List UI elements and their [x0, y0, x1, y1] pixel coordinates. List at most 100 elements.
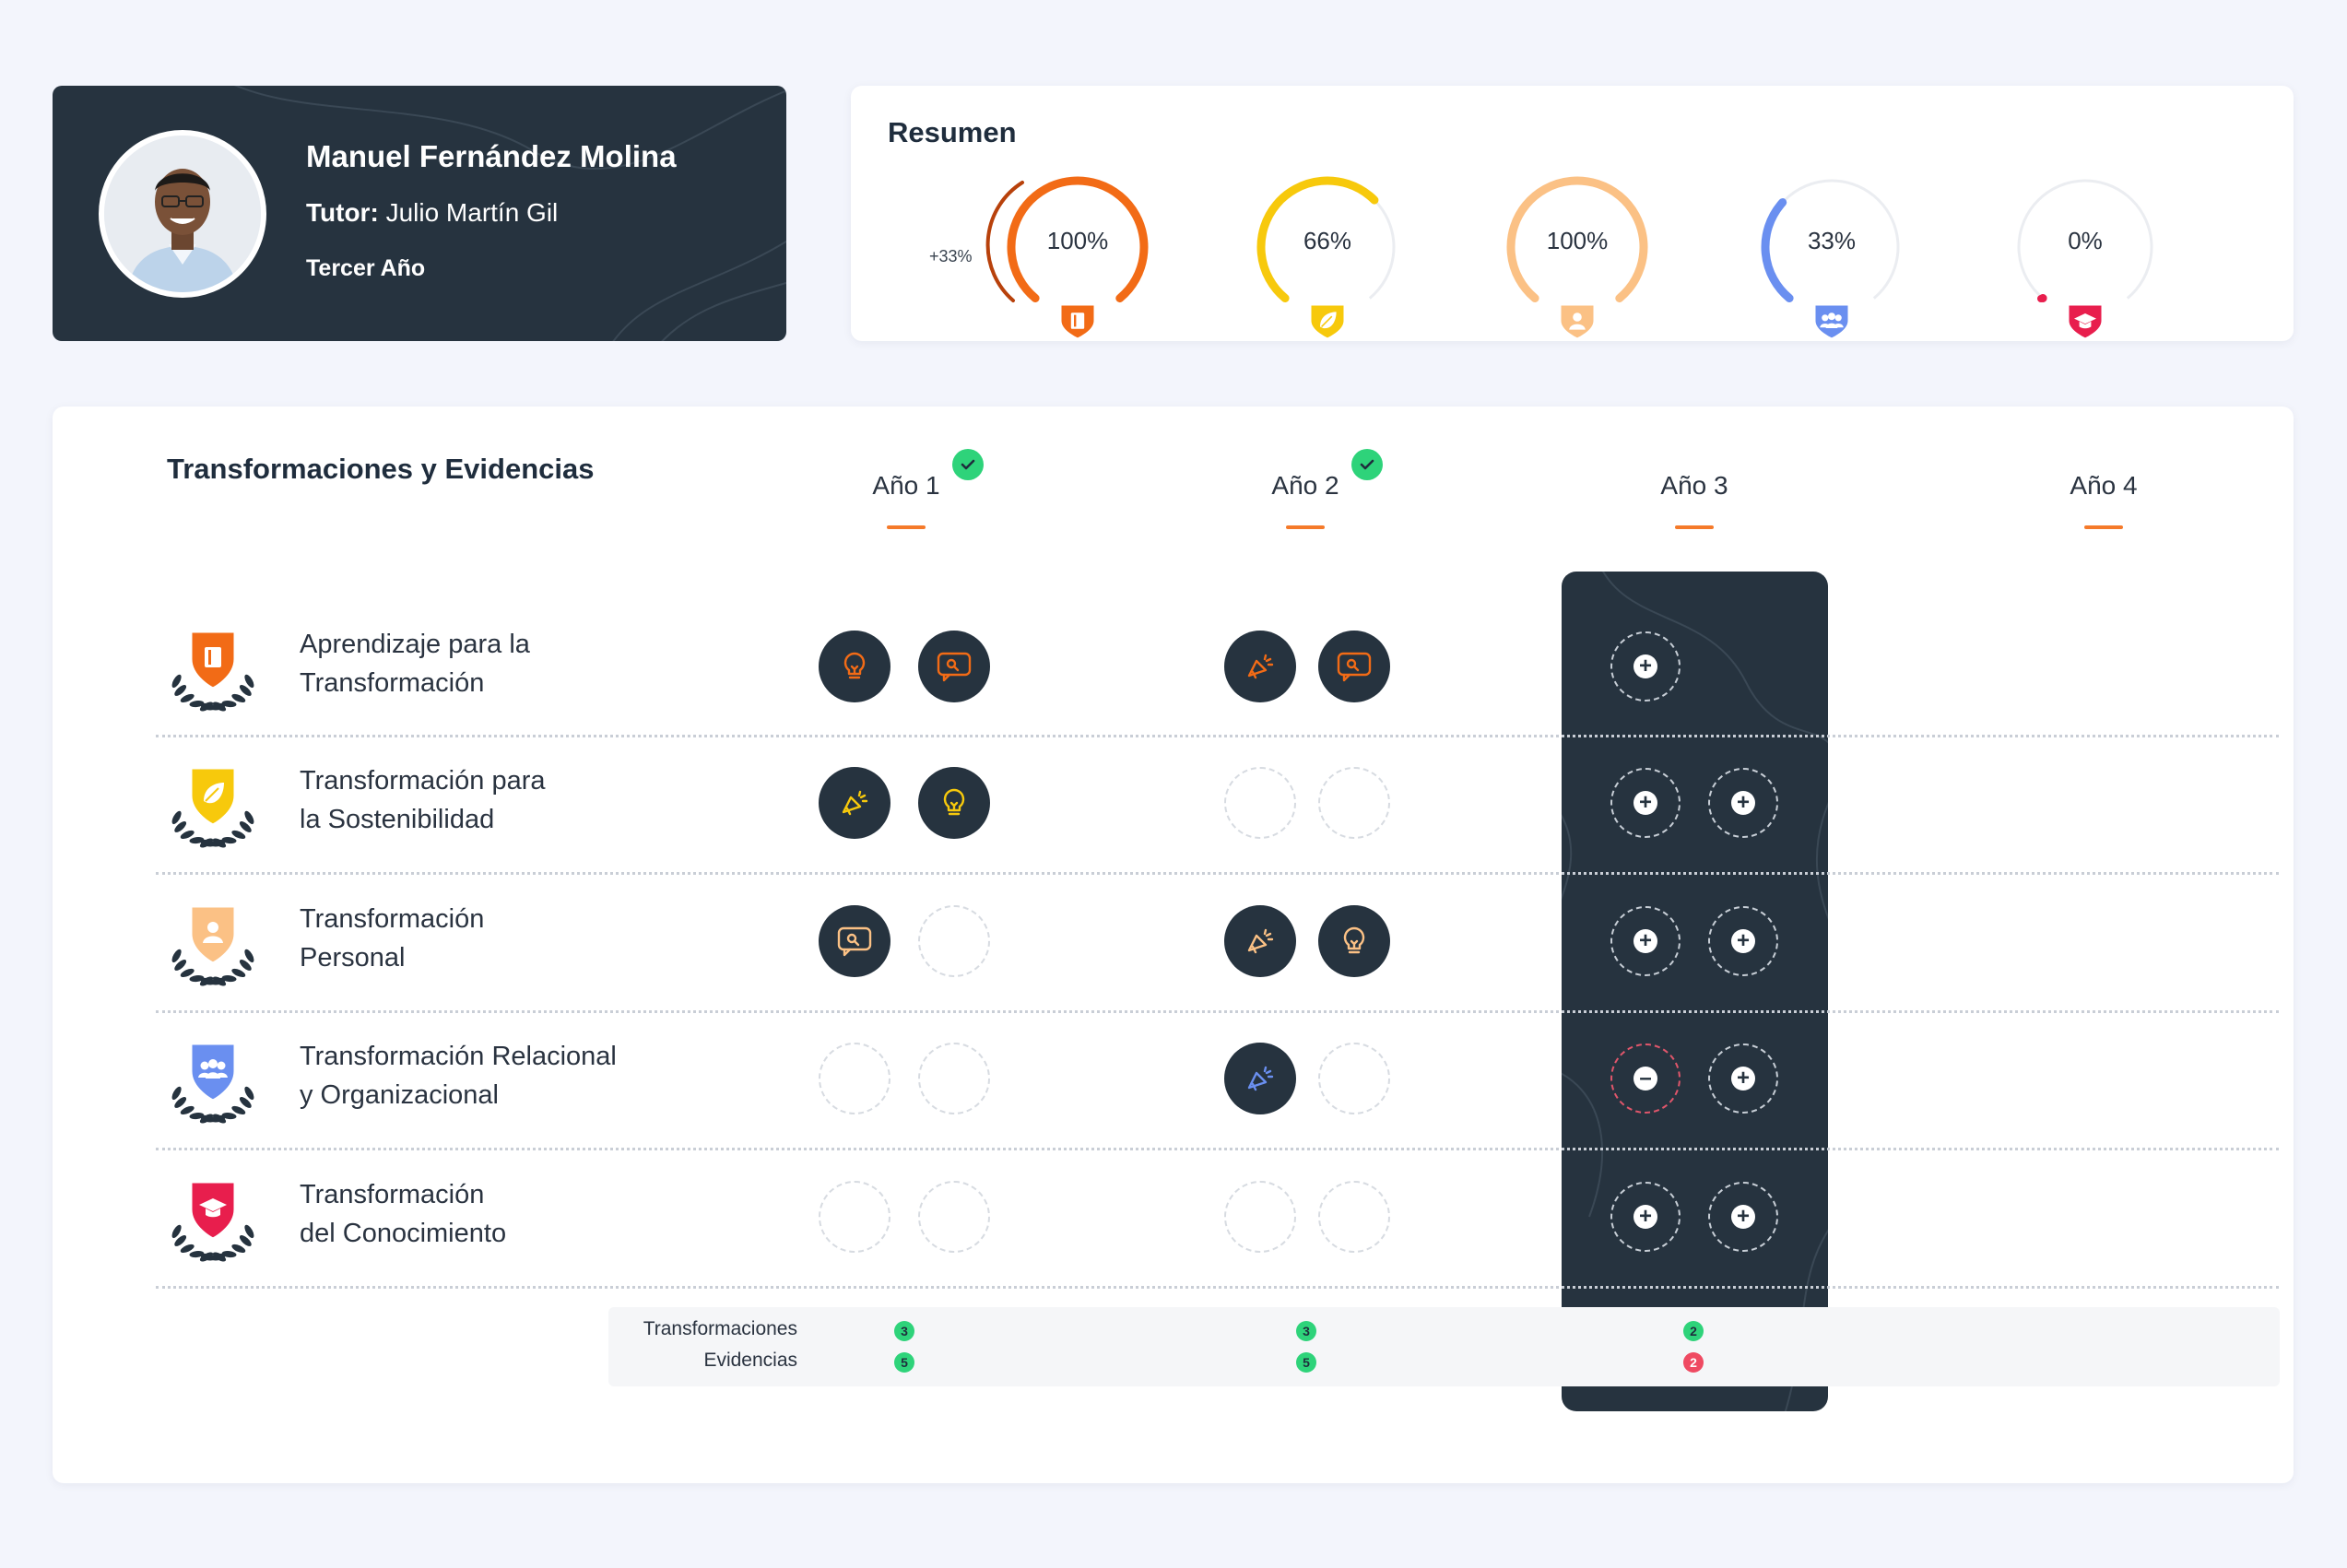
- transformation-label: Aprendizaje para la Transformación: [300, 625, 530, 702]
- add-evidence-button[interactable]: +: [1708, 1182, 1778, 1252]
- tutor-info: Tutor: Julio Martín Gil: [306, 198, 558, 228]
- footer-transformaciones-label: Transformaciones: [643, 1318, 797, 1339]
- transformation-label: Transformación del Conocimiento: [300, 1175, 506, 1253]
- label-line-1: Transformación: [300, 904, 485, 934]
- empty-evidence-slot: [918, 1181, 990, 1253]
- transformation-label: Transformación Personal: [300, 900, 484, 977]
- gauge-3: 100%: [1499, 164, 1656, 341]
- year-underline: [887, 525, 926, 529]
- evidence-comment-icon[interactable]: [819, 905, 890, 977]
- label-line-2: y Organizacional: [300, 1080, 499, 1110]
- empty-evidence-slot: [1318, 1181, 1390, 1253]
- plus-icon: +: [1731, 929, 1755, 953]
- label-line-2: del Conocimiento: [300, 1219, 507, 1248]
- gauge-value: 0%: [2068, 227, 2103, 254]
- year-header-3[interactable]: Año 3: [1584, 471, 1805, 501]
- plus-icon: +: [1731, 791, 1755, 815]
- tutor-name: Julio Martín Gil: [385, 198, 559, 227]
- row-divider: [156, 1010, 2279, 1013]
- avatar: [99, 130, 266, 298]
- plus-icon: +: [1731, 1205, 1755, 1229]
- gauge-value: 33%: [1807, 227, 1857, 254]
- gauge-1: 100%: [985, 164, 1156, 341]
- student-name: Manuel Fernández Molina: [306, 139, 677, 173]
- evidence-comment-icon[interactable]: [1318, 631, 1390, 702]
- label-line-1: Transformación Relacional: [300, 1042, 617, 1071]
- bonus-label: +33%: [929, 247, 973, 265]
- graduation-cap-icon: [159, 1161, 266, 1268]
- label-line-1: Transformación: [300, 1180, 485, 1209]
- year-underline: [1675, 525, 1714, 529]
- person-icon: [1558, 302, 1597, 341]
- footer-count-evidencias: 5: [894, 1352, 914, 1373]
- evidence-bulb-icon[interactable]: [1318, 905, 1390, 977]
- year-underline: [1286, 525, 1325, 529]
- person-icon: [159, 886, 266, 993]
- add-evidence-button[interactable]: +: [1610, 631, 1681, 701]
- gauge-2: 66%: [1249, 164, 1406, 341]
- evidence-megaphone-icon[interactable]: [819, 767, 890, 839]
- empty-evidence-slot: [1224, 1181, 1296, 1253]
- footer-evidencias-label: Evidencias: [703, 1350, 797, 1371]
- row-divider: [156, 872, 2279, 875]
- graduation-cap-icon: [2066, 302, 2105, 341]
- plus-icon: +: [1633, 654, 1657, 678]
- year-header-1[interactable]: Año 1: [796, 471, 1017, 501]
- evidence-megaphone-icon[interactable]: [1224, 1043, 1296, 1114]
- gauge-value: 66%: [1303, 227, 1352, 254]
- year-underline: [2084, 525, 2123, 529]
- totals-footer: [608, 1307, 2280, 1386]
- add-evidence-button[interactable]: +: [1610, 1182, 1681, 1252]
- transformations-card: Transformaciones y Evidencias Año 1 Año 2…: [53, 407, 2294, 1483]
- empty-evidence-slot: [1318, 767, 1390, 839]
- footer-count-transformaciones: 2: [1683, 1321, 1704, 1341]
- footer-count-transformaciones: 3: [894, 1321, 914, 1341]
- year-header-2[interactable]: Año 2: [1195, 471, 1416, 501]
- leaf-icon: [159, 748, 266, 855]
- empty-evidence-slot: [819, 1181, 890, 1253]
- plus-icon: +: [1633, 929, 1657, 953]
- gauge-value: 100%: [1046, 227, 1109, 254]
- label-line-1: Transformación para: [300, 766, 546, 796]
- label-line-2: Personal: [300, 943, 406, 973]
- label-line-2: la Sostenibilidad: [300, 805, 495, 834]
- gauge-value: 100%: [1546, 227, 1609, 254]
- transformation-label: Transformación Relacional y Organizaciona…: [300, 1037, 617, 1114]
- empty-evidence-slot: [918, 1043, 990, 1114]
- add-evidence-button[interactable]: +: [1708, 768, 1778, 838]
- evidence-bulb-icon[interactable]: [918, 767, 990, 839]
- evidence-comment-icon[interactable]: [918, 631, 990, 702]
- section-title: Transformaciones y Evidencias: [167, 453, 595, 485]
- label-line-2: Transformación: [300, 668, 485, 698]
- row-divider: [156, 1286, 2279, 1289]
- minus-icon: –: [1633, 1067, 1657, 1091]
- evidence-bulb-icon[interactable]: [819, 631, 890, 702]
- label-line-1: Aprendizaje para la: [300, 630, 530, 659]
- student-year: Tercer Año: [306, 255, 426, 281]
- row-divider: [156, 1148, 2279, 1150]
- row-divider: [156, 735, 2279, 737]
- group-icon: [159, 1023, 266, 1130]
- plus-icon: +: [1633, 791, 1657, 815]
- remove-evidence-button[interactable]: –: [1610, 1043, 1681, 1114]
- empty-evidence-slot: [1224, 767, 1296, 839]
- add-evidence-button[interactable]: +: [1610, 768, 1681, 838]
- empty-evidence-slot: [1318, 1043, 1390, 1114]
- transformation-label: Transformación para la Sostenibilidad: [300, 761, 545, 839]
- summary-title: Resumen: [888, 116, 1017, 148]
- gauge-4: 33%: [1753, 164, 1910, 341]
- book-icon: [159, 611, 266, 718]
- empty-evidence-slot: [918, 905, 990, 977]
- add-evidence-button[interactable]: +: [1708, 906, 1778, 976]
- summary-card: Resumen +33% 100% 66% 100% 33% 0%: [851, 86, 2294, 341]
- year-header-4[interactable]: Año 4: [1993, 471, 2214, 501]
- gauge-start-dot: [2037, 295, 2045, 302]
- leaf-icon: [1308, 302, 1347, 341]
- evidence-megaphone-icon[interactable]: [1224, 905, 1296, 977]
- profile-card: Manuel Fernández Molina Tutor: Julio Mar…: [53, 86, 786, 341]
- add-evidence-button[interactable]: +: [1610, 906, 1681, 976]
- add-evidence-button[interactable]: +: [1708, 1043, 1778, 1114]
- plus-icon: +: [1731, 1067, 1755, 1091]
- check-icon: [1351, 449, 1383, 480]
- evidence-megaphone-icon[interactable]: [1224, 631, 1296, 702]
